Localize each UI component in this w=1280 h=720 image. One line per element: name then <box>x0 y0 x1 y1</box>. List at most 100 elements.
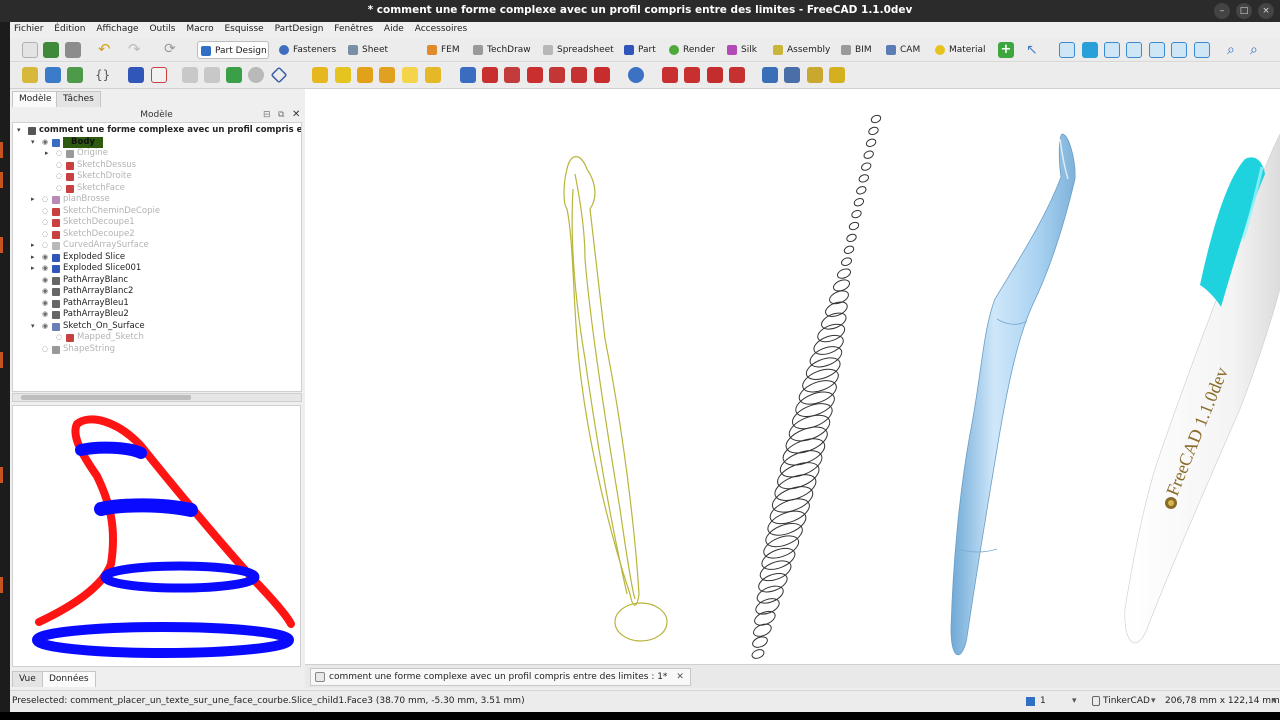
tab-modele[interactable]: Modèle <box>12 91 59 107</box>
menu-aide[interactable]: Aide <box>380 22 408 34</box>
menu-partdesign[interactable]: PartDesign <box>271 22 328 34</box>
visibility-eye-icon[interactable]: ◉ <box>42 137 48 149</box>
menu-fenetres[interactable]: Fenêtres <box>330 22 377 34</box>
validate-sketch-icon[interactable] <box>182 67 198 83</box>
visibility-eye-icon[interactable]: ◌ <box>42 240 48 252</box>
subtractive-pipe-icon[interactable] <box>549 67 565 83</box>
whats-this-icon[interactable]: ↖ <box>1026 42 1042 58</box>
workbench-sheet-metal[interactable]: Sheet Metal <box>345 41 415 73</box>
add-workbench-icon[interactable]: + <box>998 42 1014 58</box>
refresh-icon[interactable]: ⟳ <box>164 42 180 58</box>
menu-esquisse[interactable]: Esquisse <box>220 22 267 34</box>
menu-fichier[interactable]: Fichier <box>10 22 47 34</box>
shape-binder-icon[interactable] <box>128 67 144 83</box>
document-tab-close-icon[interactable]: ✕ <box>676 672 684 682</box>
workbench-silk[interactable]: Silk <box>724 41 762 59</box>
menu-affichage[interactable]: Affichage <box>92 22 142 34</box>
groove-icon[interactable] <box>504 67 520 83</box>
boolean-icon[interactable] <box>628 67 644 83</box>
datum-plane-icon[interactable] <box>270 66 288 84</box>
workbench-spreadsheet[interactable]: Spreadsheet <box>540 41 614 59</box>
create-part-icon[interactable] <box>22 67 38 83</box>
document-tab[interactable]: comment une forme complexe avec un profi… <box>310 668 691 686</box>
visibility-eye-icon[interactable]: ◌ <box>42 217 48 229</box>
workbench-part-design[interactable]: Part Design <box>197 41 269 59</box>
clone-icon[interactable] <box>204 67 220 83</box>
expression-icon[interactable]: {} <box>95 67 111 83</box>
expand-arrow-icon[interactable]: ▸ <box>45 148 49 160</box>
subtractive-helix-icon[interactable] <box>571 67 587 83</box>
revolution-icon[interactable] <box>335 67 351 83</box>
zoom-selection-icon[interactable]: ⌕ <box>1250 42 1266 58</box>
pocket-icon[interactable] <box>460 67 476 83</box>
pad-icon[interactable] <box>312 67 328 83</box>
dimensions-dropdown-icon[interactable]: ▾ <box>1272 691 1277 711</box>
page-dropdown-icon[interactable]: ▾ <box>1072 691 1077 711</box>
expand-arrow-icon[interactable]: ▸ <box>31 263 35 275</box>
visibility-eye-icon[interactable]: ◌ <box>56 332 62 344</box>
tab-donnees[interactable]: Données <box>42 671 96 687</box>
panel-float-icon[interactable]: ⊟ <box>263 108 271 122</box>
view-isometric-icon[interactable] <box>1059 42 1075 58</box>
menu-edition[interactable]: Édition <box>50 22 89 34</box>
export-icon[interactable] <box>67 67 83 83</box>
zoom-fit-icon[interactable]: ⌕ <box>1227 42 1243 58</box>
additive-primitive-icon[interactable] <box>425 67 441 83</box>
panel-close-icon[interactable]: ✕ <box>292 108 300 122</box>
open-document-icon[interactable] <box>43 42 59 58</box>
close-window-button[interactable]: × <box>1258 3 1274 19</box>
save-document-icon[interactable] <box>65 42 81 58</box>
view-top-icon[interactable] <box>1104 42 1120 58</box>
expand-arrow-icon[interactable]: ▸ <box>31 240 35 252</box>
workbench-cam[interactable]: CAM <box>883 41 923 59</box>
workbench-part[interactable]: Part <box>621 41 659 59</box>
expand-arrow-icon[interactable]: ▸ <box>31 252 35 264</box>
visibility-eye-icon[interactable]: ◉ <box>42 321 48 333</box>
visibility-eye-icon[interactable]: ◌ <box>56 171 62 183</box>
minimize-button[interactable]: – <box>1214 3 1230 19</box>
tab-taches[interactable]: Tâches <box>56 91 101 107</box>
panel-undock-icon[interactable]: ⧉ <box>278 108 284 122</box>
view-rear-icon[interactable] <box>1149 42 1165 58</box>
additive-loft-icon[interactable] <box>357 67 373 83</box>
workbench-bim[interactable]: BIM <box>838 41 874 59</box>
visibility-eye-icon[interactable]: ◌ <box>56 160 62 172</box>
visibility-eye-icon[interactable]: ◌ <box>42 206 48 218</box>
fillet-icon[interactable] <box>662 67 678 83</box>
maximize-button[interactable]: □ <box>1236 3 1252 19</box>
visibility-eye-icon[interactable]: ◉ <box>42 309 48 321</box>
collapse-arrow-icon[interactable]: ▾ <box>31 321 35 333</box>
visibility-eye-icon[interactable]: ◌ <box>42 344 48 356</box>
additive-helix-icon[interactable] <box>402 67 418 83</box>
navigation-dropdown-icon[interactable]: ▾ <box>1151 691 1156 711</box>
linear-pattern-icon[interactable] <box>784 67 800 83</box>
workbench-fem[interactable]: FEM <box>424 41 464 59</box>
sub-shape-binder-icon[interactable] <box>226 67 242 83</box>
workbench-techdraw[interactable]: TechDraw <box>470 41 532 59</box>
view-right-icon[interactable] <box>1126 42 1142 58</box>
subtractive-loft-icon[interactable] <box>527 67 543 83</box>
visibility-eye-icon[interactable]: ◉ <box>42 298 48 310</box>
view-left-icon[interactable] <box>1194 42 1210 58</box>
create-body-icon[interactable] <box>45 67 61 83</box>
visibility-eye-icon[interactable]: ◌ <box>42 194 48 206</box>
tab-vue[interactable]: Vue <box>12 671 43 687</box>
menu-macro[interactable]: Macro <box>182 22 217 34</box>
additive-pipe-icon[interactable] <box>379 67 395 83</box>
draft-icon[interactable] <box>707 67 723 83</box>
workbench-assembly[interactable]: Assembly <box>770 41 832 59</box>
view-front-icon[interactable] <box>1082 42 1098 58</box>
workbench-render[interactable]: Render <box>666 41 718 59</box>
chamfer-icon[interactable] <box>684 67 700 83</box>
collapse-arrow-icon[interactable]: ▾ <box>17 125 21 137</box>
mirrored-icon[interactable] <box>762 67 778 83</box>
view-bottom-icon[interactable] <box>1171 42 1187 58</box>
thickness-icon[interactable] <box>729 67 745 83</box>
visibility-eye-icon[interactable]: ◉ <box>42 263 48 275</box>
tree-horizontal-scrollbar[interactable] <box>12 393 302 402</box>
visibility-eye-icon[interactable]: ◌ <box>42 229 48 241</box>
visibility-eye-icon[interactable]: ◌ <box>56 183 62 195</box>
workbench-material[interactable]: Material <box>932 41 992 59</box>
navigation-style[interactable]: TinkerCAD <box>1103 691 1150 711</box>
sketch-icon[interactable] <box>151 67 167 83</box>
